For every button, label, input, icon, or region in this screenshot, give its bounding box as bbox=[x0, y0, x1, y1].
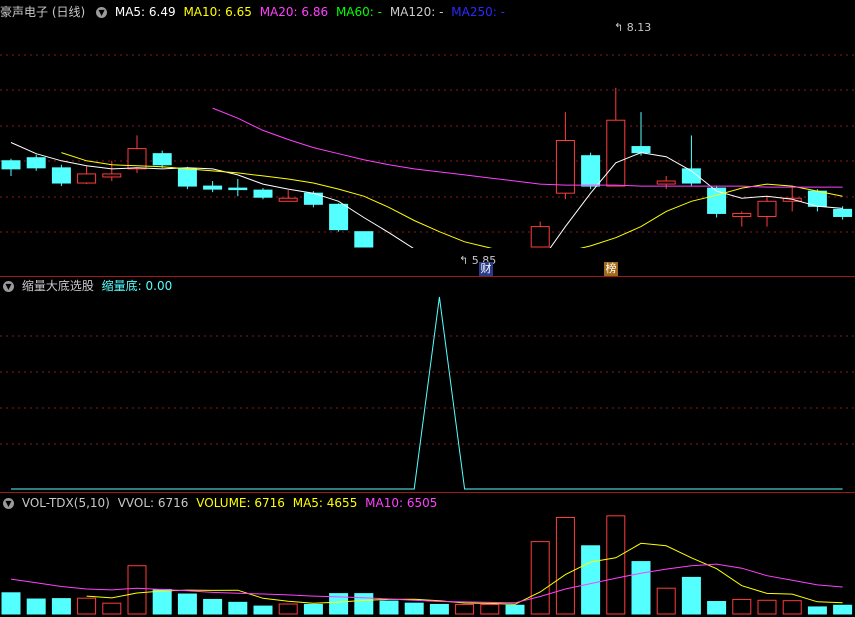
candle-up bbox=[606, 119, 626, 187]
volume-bar-down bbox=[228, 601, 248, 615]
volume-bar-down bbox=[51, 598, 71, 615]
vol-ma5-line bbox=[86, 542, 843, 605]
signal-line bbox=[11, 296, 843, 490]
volume-bar-down bbox=[203, 598, 223, 615]
candle-down bbox=[26, 157, 46, 169]
volume-bar-down bbox=[354, 593, 374, 615]
volume-bar-up bbox=[77, 597, 97, 615]
candle-up bbox=[757, 200, 777, 217]
volume-bar-down bbox=[631, 561, 651, 615]
candle-up bbox=[102, 173, 122, 178]
volume-bar-down bbox=[505, 604, 525, 615]
volume-bar-down bbox=[1, 592, 21, 615]
candle-down bbox=[581, 155, 601, 187]
candle-down bbox=[152, 153, 172, 166]
candlestick-chart[interactable] bbox=[0, 0, 855, 248]
badge-rank[interactable]: 榜 bbox=[604, 262, 618, 276]
volume-bar-up bbox=[782, 600, 802, 615]
volume-bar-up bbox=[480, 603, 500, 615]
candle-down bbox=[203, 185, 223, 190]
candle-down bbox=[707, 187, 727, 214]
volume-bar-down bbox=[581, 545, 601, 615]
panel-divider[interactable] bbox=[0, 492, 855, 493]
candle-down bbox=[833, 208, 853, 217]
candle-down bbox=[253, 189, 273, 198]
volume-bar-up bbox=[606, 515, 626, 615]
volume-bar-down bbox=[152, 588, 172, 615]
volume-bar-up bbox=[127, 565, 147, 615]
candle-down bbox=[177, 168, 197, 187]
candle-up bbox=[530, 226, 550, 248]
volume-bar-up bbox=[455, 603, 475, 615]
candle-down bbox=[1, 160, 21, 170]
volume-bar-down bbox=[177, 593, 197, 615]
candle-up bbox=[732, 212, 752, 217]
volume-bar-up bbox=[757, 599, 777, 615]
badge-finance[interactable]: 财 bbox=[479, 262, 493, 276]
candle-down bbox=[354, 231, 374, 248]
volume-bar-down bbox=[253, 605, 273, 615]
candle-down bbox=[329, 203, 349, 231]
candle-down bbox=[228, 187, 248, 191]
high-price-value: 8.13 bbox=[626, 21, 652, 34]
candle-down bbox=[51, 167, 71, 184]
volume-bar-down bbox=[303, 603, 323, 615]
volume-bar-down bbox=[681, 576, 701, 615]
candle-up bbox=[77, 173, 97, 184]
volume-bar-up bbox=[732, 598, 752, 615]
indicator-chart[interactable] bbox=[0, 277, 855, 492]
candle-down bbox=[631, 146, 651, 154]
volume-bar-up bbox=[102, 602, 122, 615]
volume-bar-down bbox=[707, 601, 727, 615]
volume-bar-down bbox=[833, 604, 853, 615]
volume-bar-up bbox=[530, 541, 550, 615]
volume-chart[interactable] bbox=[0, 494, 855, 617]
candle-up bbox=[278, 197, 298, 202]
volume-bar-down bbox=[379, 600, 399, 615]
volume-bar-down bbox=[429, 603, 449, 615]
volume-bar-down bbox=[26, 598, 46, 615]
volume-bar-up bbox=[656, 587, 676, 615]
volume-bar-up bbox=[278, 603, 298, 615]
high-price-annotation: ↰ 8.13 bbox=[614, 21, 652, 34]
ma20-line bbox=[212, 107, 843, 188]
volume-bar-down bbox=[404, 602, 424, 615]
volume-bar-down bbox=[807, 606, 827, 615]
candle-up bbox=[656, 180, 676, 185]
volume-bar-up bbox=[555, 516, 575, 615]
